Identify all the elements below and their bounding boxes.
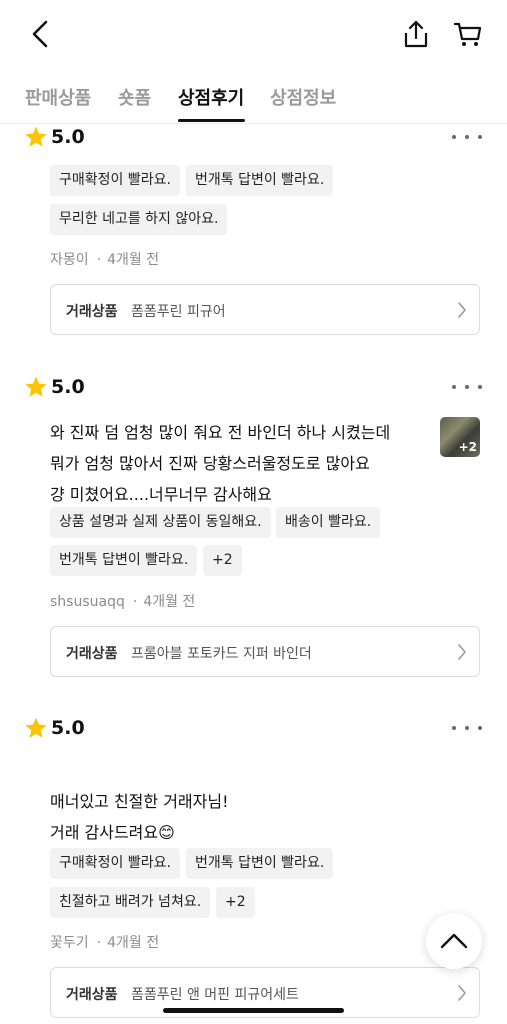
review-meta: 꽃두기 · 4개월 전 <box>50 935 160 951</box>
review-text-line: 걍 미쳤어요....너무너무 감사해요 <box>50 485 272 504</box>
item-name: 프롬아블 포토카드 지퍼 바인더 <box>131 646 312 662</box>
review-text: 와 진짜 덤 엄청 많이 줘요 전 바인더 하나 시켰는데 뭐가 엄청 많아서 … <box>50 417 390 510</box>
tab-shop-info[interactable]: 상점정보 <box>270 84 336 110</box>
scroll-to-top-button[interactable] <box>426 913 482 969</box>
rating-value: 5.0 <box>51 126 85 148</box>
review-date: 4개월 전 <box>107 935 160 951</box>
review-meta: 자몽이 · 4개월 전 <box>50 252 160 268</box>
chevron-right-icon <box>458 985 466 1001</box>
review-meta: shsusuaqq · 4개월 전 <box>50 594 196 610</box>
dot-icon <box>465 385 469 389</box>
share-button[interactable] <box>396 14 436 54</box>
item-label: 거래상품 <box>66 646 118 662</box>
chevron-right-icon <box>458 644 466 660</box>
more-options-button[interactable] <box>452 127 482 147</box>
dot-icon <box>465 135 469 139</box>
item-name: 폼폼푸린 앤 머핀 피규어세트 <box>131 987 299 1003</box>
chevron-left-icon <box>32 20 48 48</box>
chevron-right-icon <box>458 302 466 318</box>
review-tag: 구매확정이 빨라요. <box>50 848 180 879</box>
cart-button[interactable] <box>448 14 488 54</box>
review-text: 매너있고 친절한 거래자님! 거래 감사드려요😊 <box>50 786 229 848</box>
tab-shortform[interactable]: 숏폼 <box>118 84 151 110</box>
review-tag: 상품 설명과 실제 상품이 동일해요. <box>50 507 271 538</box>
review-item: 5.0 와 진짜 덤 엄청 많이 줘요 전 바인더 하나 시켰는데 뭐가 엄청 … <box>0 373 507 683</box>
more-options-button[interactable] <box>452 718 482 738</box>
review-tag: 번개톡 답변이 빨라요. <box>186 848 334 879</box>
dot-icon <box>478 135 482 139</box>
star-icon <box>25 376 47 397</box>
review-tag: 배송이 빨라요. <box>276 507 381 538</box>
photo-extra-count: +2 <box>458 440 477 454</box>
star-icon <box>25 717 47 738</box>
top-bar <box>0 0 507 70</box>
review-author[interactable]: shsusuaqq <box>50 594 125 610</box>
review-date: 4개월 전 <box>107 252 160 268</box>
traded-item-card[interactable]: 거래상품 폼폼푸린 피규어 <box>50 284 480 335</box>
more-tags-button[interactable]: +2 <box>216 887 255 918</box>
more-tags-button[interactable]: +2 <box>203 545 242 576</box>
chevron-up-icon <box>440 933 468 949</box>
dot-icon <box>478 726 482 730</box>
active-tab-indicator <box>178 119 245 122</box>
back-button[interactable] <box>20 14 60 54</box>
review-photo-thumbnail[interactable]: +2 <box>440 417 480 457</box>
item-label: 거래상품 <box>66 304 118 320</box>
item-label: 거래상품 <box>66 987 118 1003</box>
review-author[interactable]: 꽃두기 <box>50 935 89 951</box>
rating-value: 5.0 <box>51 717 85 739</box>
review-item: 5.0 매너있고 친절한 거래자님! 거래 감사드려요😊 구매확정이 빨라요. … <box>0 714 507 1024</box>
review-tag: 번개톡 답변이 빨라요. <box>50 545 198 576</box>
review-author[interactable]: 자몽이 <box>50 252 89 268</box>
cart-icon <box>453 22 482 46</box>
rating: 5.0 <box>24 123 85 151</box>
review-date: 4개월 전 <box>143 594 196 610</box>
review-item: 5.0 구매확정이 빨라요. 번개톡 답변이 빨라요. 무리한 네고를 하지 않… <box>0 123 507 343</box>
dot-icon <box>465 726 469 730</box>
dot-icon <box>452 135 456 139</box>
tab-reviews[interactable]: 상점후기 <box>178 84 244 110</box>
more-options-button[interactable] <box>452 377 482 397</box>
star-icon <box>25 126 47 147</box>
home-indicator <box>163 1008 344 1013</box>
dot-icon <box>478 385 482 389</box>
review-text-line: 거래 감사드려요😊 <box>50 823 175 842</box>
review-text-line: 매너있고 친절한 거래자님! <box>50 792 229 811</box>
review-tag: 친절하고 배려가 넘쳐요. <box>50 887 211 918</box>
tab-bar: 판매상품 숏폼 상점후기 상점정보 <box>0 70 507 124</box>
share-icon <box>404 20 428 48</box>
review-tag: 무리한 네고를 하지 않아요. <box>50 204 228 235</box>
review-text-line: 와 진짜 덤 엄청 많이 줘요 전 바인더 하나 시켰는데 <box>50 423 391 442</box>
review-tag: 번개톡 답변이 빨라요. <box>186 165 334 196</box>
review-tag: 구매확정이 빨라요. <box>50 165 180 196</box>
dot-icon <box>452 385 456 389</box>
rating-value: 5.0 <box>51 376 85 398</box>
rating: 5.0 <box>24 373 85 401</box>
traded-item-card[interactable]: 거래상품 프롬아블 포토카드 지퍼 바인더 <box>50 626 480 677</box>
dot-icon <box>452 726 456 730</box>
tab-products[interactable]: 판매상품 <box>25 84 91 110</box>
review-text-line: 뭐가 엄청 많아서 진짜 당황스러울정도로 많아요 <box>50 454 370 473</box>
item-name: 폼폼푸린 피규어 <box>131 304 226 320</box>
rating: 5.0 <box>24 714 85 742</box>
